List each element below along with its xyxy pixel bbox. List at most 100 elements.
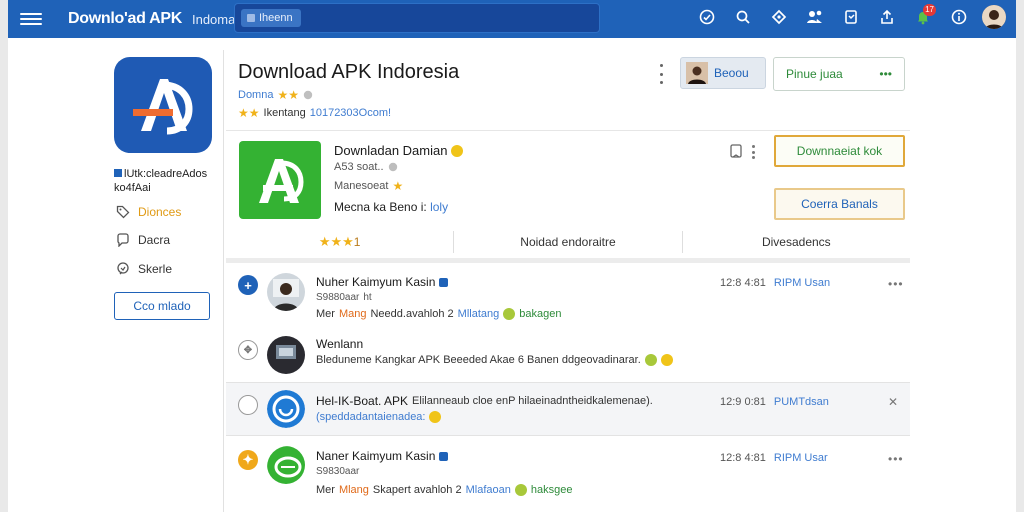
apps-icon[interactable] xyxy=(802,4,828,30)
feed-time-link[interactable]: PUMTdsan xyxy=(774,396,829,408)
stat-developer[interactable]: Divesadencs xyxy=(683,231,910,253)
feed-time-link[interactable]: RIPM Usan xyxy=(774,277,830,289)
feed-item[interactable]: + Nuher Kaimyum Kasin S9880aar ht Mer Ma… xyxy=(226,266,910,324)
diamond-icon[interactable] xyxy=(766,4,792,30)
user-button[interactable]: Beoou xyxy=(680,57,766,89)
feed-text-main: Elilanneaub cloe enP hilaeinadntheidkale… xyxy=(412,395,653,407)
add-icon[interactable]: + xyxy=(238,275,258,295)
feed-text-link[interactable]: (speddadantaienadea: xyxy=(316,411,425,423)
bookmark-icon[interactable] xyxy=(838,4,864,30)
sidebar-item-dionces[interactable]: Dionces xyxy=(116,205,181,219)
stat-downloads[interactable]: Noidad endoraitre xyxy=(454,231,683,253)
feed-author[interactable]: Wenlann xyxy=(316,337,363,351)
feed-author[interactable]: Nuher Kaimyum Kasin xyxy=(316,275,449,289)
feed-handle: S9830aar xyxy=(316,466,359,477)
emoji-icon xyxy=(514,484,527,496)
feed-text: (speddadantaienadea: xyxy=(316,411,442,423)
feed-text-main: Bleduneme Kangkar APK Beeeded Akae 6 Ban… xyxy=(316,354,641,366)
feed-item[interactable]: Hel-IK-Boat. APK Elilanneaub cloe enP hi… xyxy=(226,382,910,436)
sidebar-item-label: Dacra xyxy=(138,233,171,247)
search-icon[interactable] xyxy=(730,4,756,30)
emoji-icon xyxy=(429,411,442,423)
feed-time: 12:8 4:81 RIPM Usar xyxy=(720,452,828,464)
search-chip[interactable]: Iheenn xyxy=(241,9,301,27)
feed-handle: S9880aar ht xyxy=(316,292,372,303)
section-divider xyxy=(226,258,910,263)
app-card-meta: Manesoeat ★ xyxy=(334,179,403,193)
app-card-line4-link[interactable]: loly xyxy=(430,200,448,214)
feed-author[interactable]: Naner Kaimyum Kasin xyxy=(316,449,449,463)
feed-text: Bleduneme Kangkar APK Beeeded Akae 6 Ban… xyxy=(316,354,673,366)
feed-text-prefix: Mer xyxy=(316,308,335,320)
chip-icon xyxy=(247,14,255,22)
feed-more-icon[interactable]: ••• xyxy=(888,277,904,291)
pin-button[interactable]: Pinue juaa ••• xyxy=(773,57,905,91)
sidebar-item-label: Dionces xyxy=(138,205,182,219)
info-icon[interactable] xyxy=(946,4,972,30)
feed-handle-tag: ht xyxy=(363,292,372,303)
globe-icon xyxy=(303,90,313,100)
check-circle-icon[interactable] xyxy=(694,4,720,30)
tag-icon xyxy=(116,205,130,219)
app-card-line4: Mecna ka Beno i: xyxy=(334,200,427,214)
sidebar-item-skerle[interactable]: Skerle xyxy=(116,262,172,276)
settings-icon[interactable]: ✦ xyxy=(238,450,258,470)
search-chip-label: Iheenn xyxy=(259,12,293,24)
app-card: Downladan Damian A53 soat.. Manesoeat ★ … xyxy=(226,130,910,256)
feed-handle-text: S9830aar xyxy=(316,466,360,477)
close-icon[interactable]: ✕ xyxy=(888,395,899,409)
star-icon: ★ xyxy=(392,179,404,193)
open-button[interactable]: Coerra Banals xyxy=(774,188,905,220)
feed-author-name: Naner Kaimyum Kasin xyxy=(316,449,436,463)
avatar[interactable] xyxy=(267,336,305,374)
feed-text-main: Needd.avahloh 2 xyxy=(370,308,454,320)
menu-icon[interactable] xyxy=(20,13,42,25)
top-icon-bar: 17 xyxy=(694,4,1006,30)
feed-more-icon[interactable]: ••• xyxy=(888,452,904,466)
brand-subtitle: Indoma xyxy=(191,11,236,27)
avatar[interactable] xyxy=(267,390,305,428)
clipboard-icon[interactable] xyxy=(730,143,742,164)
feed-time-link[interactable]: RIPM Usar xyxy=(774,452,828,464)
avatar[interactable] xyxy=(267,273,305,311)
clock-icon xyxy=(388,162,397,172)
sidebar: lUtk:cleadreAdos ko4fAai Dionces Dacra S… xyxy=(108,50,224,512)
brand-logo-text[interactable]: Downlo'ad APK xyxy=(68,10,182,28)
app-card-version: A53 soat.. xyxy=(334,161,398,173)
feed-text-green: haksgee xyxy=(530,484,573,496)
sidebar-action-button[interactable]: Cco mlado xyxy=(114,292,210,320)
meta2-value[interactable]: 10172303Ocom! xyxy=(310,107,391,119)
feed-text-link[interactable]: Mlafaoan xyxy=(466,484,511,496)
feed-item[interactable]: ✥ Wenlann Bleduneme Kangkar APK Beeeded … xyxy=(226,330,910,380)
search-input[interactable]: Iheenn xyxy=(234,3,600,33)
pin-more-icon[interactable]: ••• xyxy=(879,67,892,81)
feed-time-text: 12:9 0:81 xyxy=(720,396,766,408)
sidebar-app-title: lUtk:cleadreAdos ko4fAai xyxy=(114,167,222,195)
move-icon[interactable]: ✥ xyxy=(238,340,258,360)
feed-time: 12:8 4:81 RIPM Usan xyxy=(720,277,830,289)
user-button-label: Beoou xyxy=(714,66,749,80)
user-avatar[interactable] xyxy=(982,5,1006,29)
bell-icon[interactable]: 17 xyxy=(910,4,936,30)
share-icon[interactable] xyxy=(874,4,900,30)
sidebar-item-dacra[interactable]: Dacra xyxy=(116,233,170,247)
select-radio[interactable] xyxy=(238,395,258,415)
card-more-icon[interactable] xyxy=(750,145,756,159)
stat-rating[interactable]: ★★★1 xyxy=(226,231,455,253)
app-card-line3: Manesoeat xyxy=(334,180,389,192)
star-icon: ★★ xyxy=(238,106,260,120)
avatar[interactable] xyxy=(267,446,305,484)
feed-item[interactable]: ✦ Naner Kaimyum Kasin S9830aar Mer Mlang… xyxy=(226,440,910,506)
feed-text-link[interactable]: Mllatang xyxy=(458,308,500,320)
download-button[interactable]: Downnaeiat kok xyxy=(774,135,905,167)
header-meta-info: ★★ Ikentang 10172303Ocom! xyxy=(238,106,391,120)
header-more-icon[interactable] xyxy=(656,64,666,84)
app-logo xyxy=(114,57,212,153)
emoji-icon xyxy=(660,354,673,366)
feed-author[interactable]: Hel-IK-Boat. APK Elilanneaub cloe enP hi… xyxy=(316,394,653,408)
meta2-text: Ikentang xyxy=(263,107,306,119)
feed-author-name: Hel-IK-Boat. APK xyxy=(316,394,409,408)
emoji-icon xyxy=(503,308,516,320)
feed-text-main: Skapert avahloh 2 xyxy=(372,484,462,496)
window-edge-left xyxy=(0,0,8,512)
